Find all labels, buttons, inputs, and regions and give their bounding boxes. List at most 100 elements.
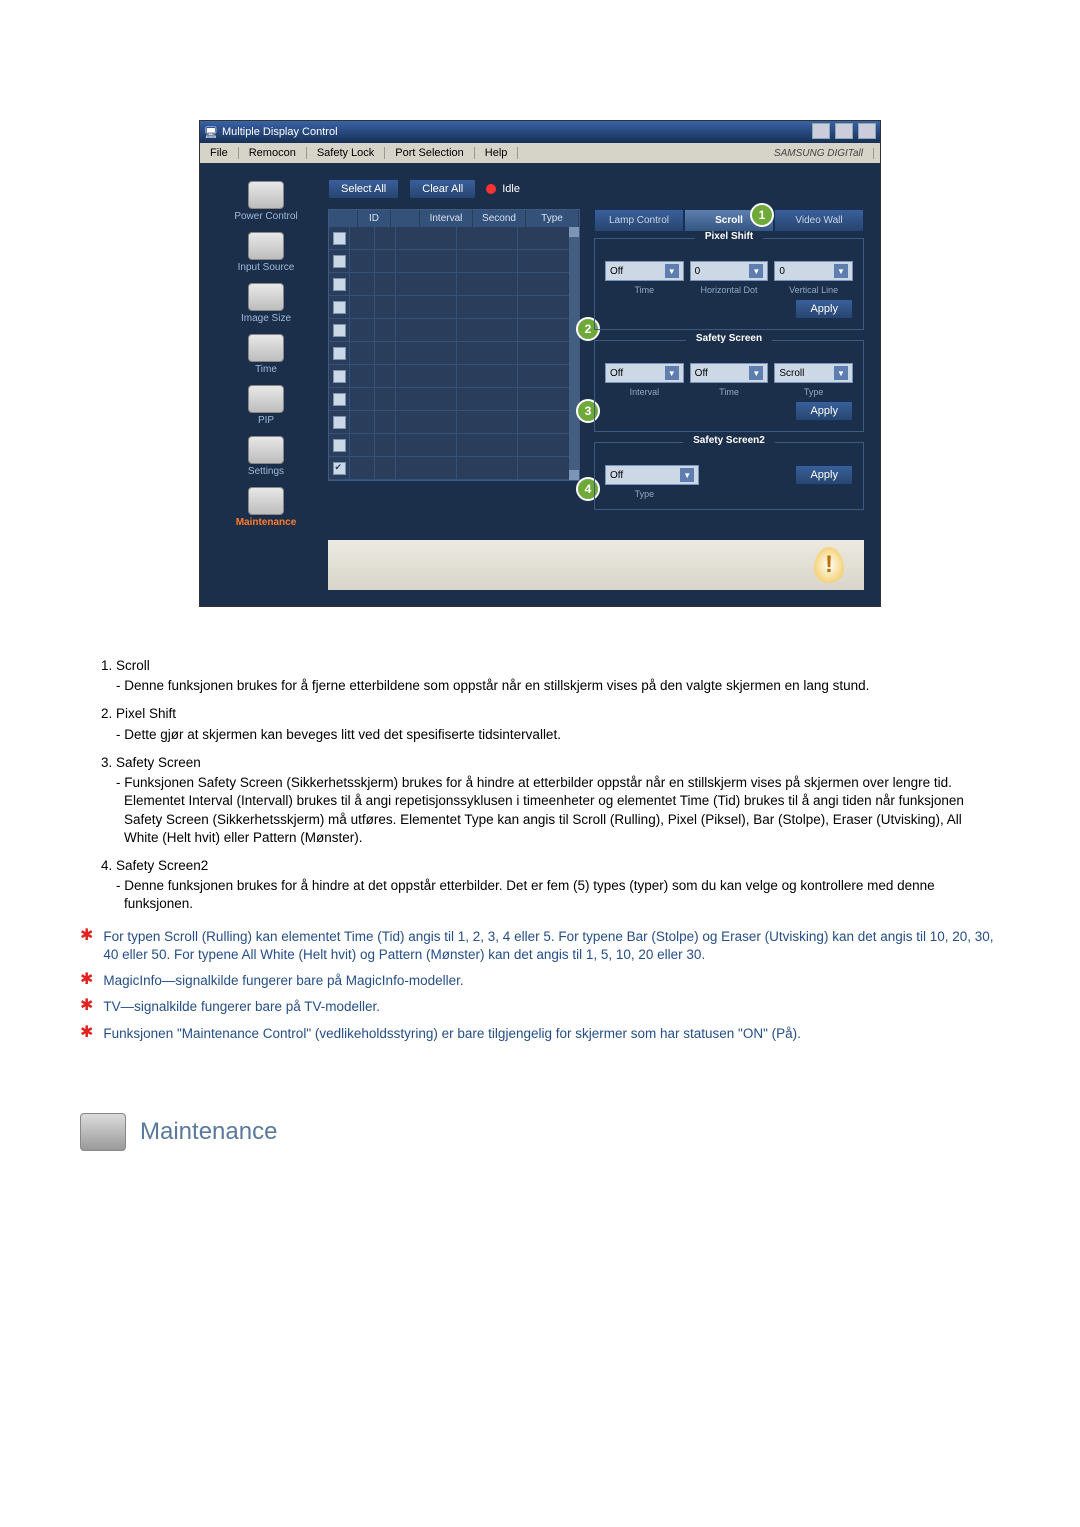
right-panel: 1 2 3 4 Lamp Control Scroll Video Wall P… (594, 209, 864, 520)
menu-bar: File Remocon Safety Lock Port Selection … (200, 143, 880, 163)
select-all-button[interactable]: Select All (328, 179, 399, 199)
table-row[interactable] (329, 319, 579, 342)
doc-item: Safety Screen2- Denne funksjonen brukes … (116, 857, 1000, 914)
tab-video-wall[interactable]: Video Wall (774, 209, 864, 232)
row-checkbox[interactable] (333, 416, 346, 429)
app-icon: 🖥 (204, 126, 218, 139)
doc-note: ✱For typen Scroll (Rulling) kan elemente… (80, 928, 1000, 964)
group-title: Pixel Shift (695, 231, 763, 242)
row-checkbox[interactable] (333, 370, 346, 383)
table-row[interactable] (329, 411, 579, 434)
safety-screen-time-select[interactable]: Off▼ (690, 363, 769, 383)
row-checkbox[interactable] (333, 324, 346, 337)
scrollbar[interactable] (569, 227, 579, 480)
sidebar-item-settings[interactable]: Settings (216, 434, 316, 483)
warning-icon: ! (814, 547, 844, 583)
col-type: Type (526, 210, 579, 227)
status-idle: Idle (486, 183, 520, 195)
menu-safety-lock[interactable]: Safety Lock (307, 147, 385, 159)
safety-screen-group: Safety Screen Off▼ Off▼ Scroll▼ Interval… (594, 340, 864, 432)
sidebar-label: Power Control (234, 211, 297, 222)
sidebar-label: Time (255, 364, 277, 375)
power-icon (248, 181, 284, 209)
menu-file[interactable]: File (200, 147, 239, 159)
doc-note: ✱Funksjonen "Maintenance Control" (vedli… (80, 1025, 1000, 1043)
sidebar-item-time[interactable]: Time (216, 332, 316, 381)
table-row[interactable] (329, 434, 579, 457)
row-checkbox[interactable] (333, 278, 346, 291)
status-strip: ! (328, 540, 864, 590)
col-second: Second (473, 210, 526, 227)
table-row[interactable] (329, 342, 579, 365)
pip-icon (248, 385, 284, 413)
doc-note: ✱TV—signalkilde fungerer bare på TV-mode… (80, 998, 1000, 1016)
title-bar: 🖥 Multiple Display Control (200, 121, 880, 143)
table-row[interactable] (329, 388, 579, 411)
sidebar-item-pip[interactable]: PIP (216, 383, 316, 432)
menu-port-selection[interactable]: Port Selection (385, 147, 474, 159)
row-checkbox[interactable] (333, 347, 346, 360)
doc-item: Pixel Shift- Dette gjør at skjermen kan … (116, 705, 1000, 743)
time-icon (248, 334, 284, 362)
menu-help[interactable]: Help (475, 147, 519, 159)
maximize-icon[interactable] (835, 123, 853, 139)
clear-all-button[interactable]: Clear All (409, 179, 476, 199)
settings-icon (248, 436, 284, 464)
safety-screen2-apply-button[interactable]: Apply (795, 465, 853, 485)
sidebar-item-input-source[interactable]: Input Source (216, 230, 316, 279)
minimize-icon[interactable] (812, 123, 830, 139)
table-row[interactable] (329, 296, 579, 319)
callout-1: 1 (750, 203, 774, 227)
heading-text: Maintenance (140, 1116, 277, 1148)
star-icon: ✱ (80, 998, 93, 1016)
col-id: ID (358, 210, 391, 227)
group-title: Safety Screen2 (683, 435, 775, 446)
maintenance-icon (248, 487, 284, 515)
pixel-shift-apply-button[interactable]: Apply (795, 299, 853, 319)
window-buttons[interactable] (810, 123, 876, 142)
section-heading: Maintenance (80, 1113, 1000, 1151)
pixel-shift-vline-select[interactable]: 0▼ (774, 261, 853, 281)
doc-item: Safety Screen- Funksjonen Safety Screen … (116, 754, 1000, 847)
doc-note: ✱MagicInfo—signalkilde fungerer bare på … (80, 972, 1000, 990)
table-row[interactable] (329, 273, 579, 296)
row-checkbox[interactable] (333, 232, 346, 245)
safety-screen-interval-select[interactable]: Off▼ (605, 363, 684, 383)
tab-lamp-control[interactable]: Lamp Control (594, 209, 684, 232)
table-row[interactable] (329, 365, 579, 388)
row-checkbox[interactable] (333, 462, 346, 475)
table-body (329, 227, 579, 480)
sidebar-item-power-control[interactable]: Power Control (216, 179, 316, 228)
table-row[interactable] (329, 457, 579, 480)
sidebar-item-maintenance[interactable]: Maintenance (216, 485, 316, 534)
sidebar-label: Input Source (238, 262, 295, 273)
row-checkbox[interactable] (333, 393, 346, 406)
safety-screen-apply-button[interactable]: Apply (795, 401, 853, 421)
sidebar-label: PIP (258, 415, 274, 426)
pixel-shift-time-select[interactable]: Off▼ (605, 261, 684, 281)
safety-screen-type-select[interactable]: Scroll▼ (774, 363, 853, 383)
brand-label: SAMSUNG DIGITall (764, 148, 874, 159)
table-row[interactable] (329, 250, 579, 273)
display-table: ID Interval Second Type (328, 209, 580, 481)
pixel-shift-hdot-select[interactable]: 0▼ (690, 261, 769, 281)
row-checkbox[interactable] (333, 439, 346, 452)
close-icon[interactable] (858, 123, 876, 139)
maintenance-heading-icon (80, 1113, 126, 1151)
table-header: ID Interval Second Type (329, 210, 579, 227)
status-label: Idle (502, 183, 520, 195)
safety-screen2-type-select[interactable]: Off▼ (605, 465, 699, 485)
sidebar-label: Settings (248, 466, 284, 477)
group-title: Safety Screen (686, 333, 772, 344)
sidebar-label: Image Size (241, 313, 291, 324)
star-icon: ✱ (80, 928, 93, 964)
sidebar-item-image-size[interactable]: Image Size (216, 281, 316, 330)
col-interval: Interval (420, 210, 473, 227)
image-size-icon (248, 283, 284, 311)
table-row[interactable] (329, 227, 579, 250)
app-window: 🖥 Multiple Display Control File Remocon … (199, 120, 881, 607)
row-checkbox[interactable] (333, 255, 346, 268)
star-icon: ✱ (80, 972, 93, 990)
row-checkbox[interactable] (333, 301, 346, 314)
menu-remocon[interactable]: Remocon (239, 147, 307, 159)
